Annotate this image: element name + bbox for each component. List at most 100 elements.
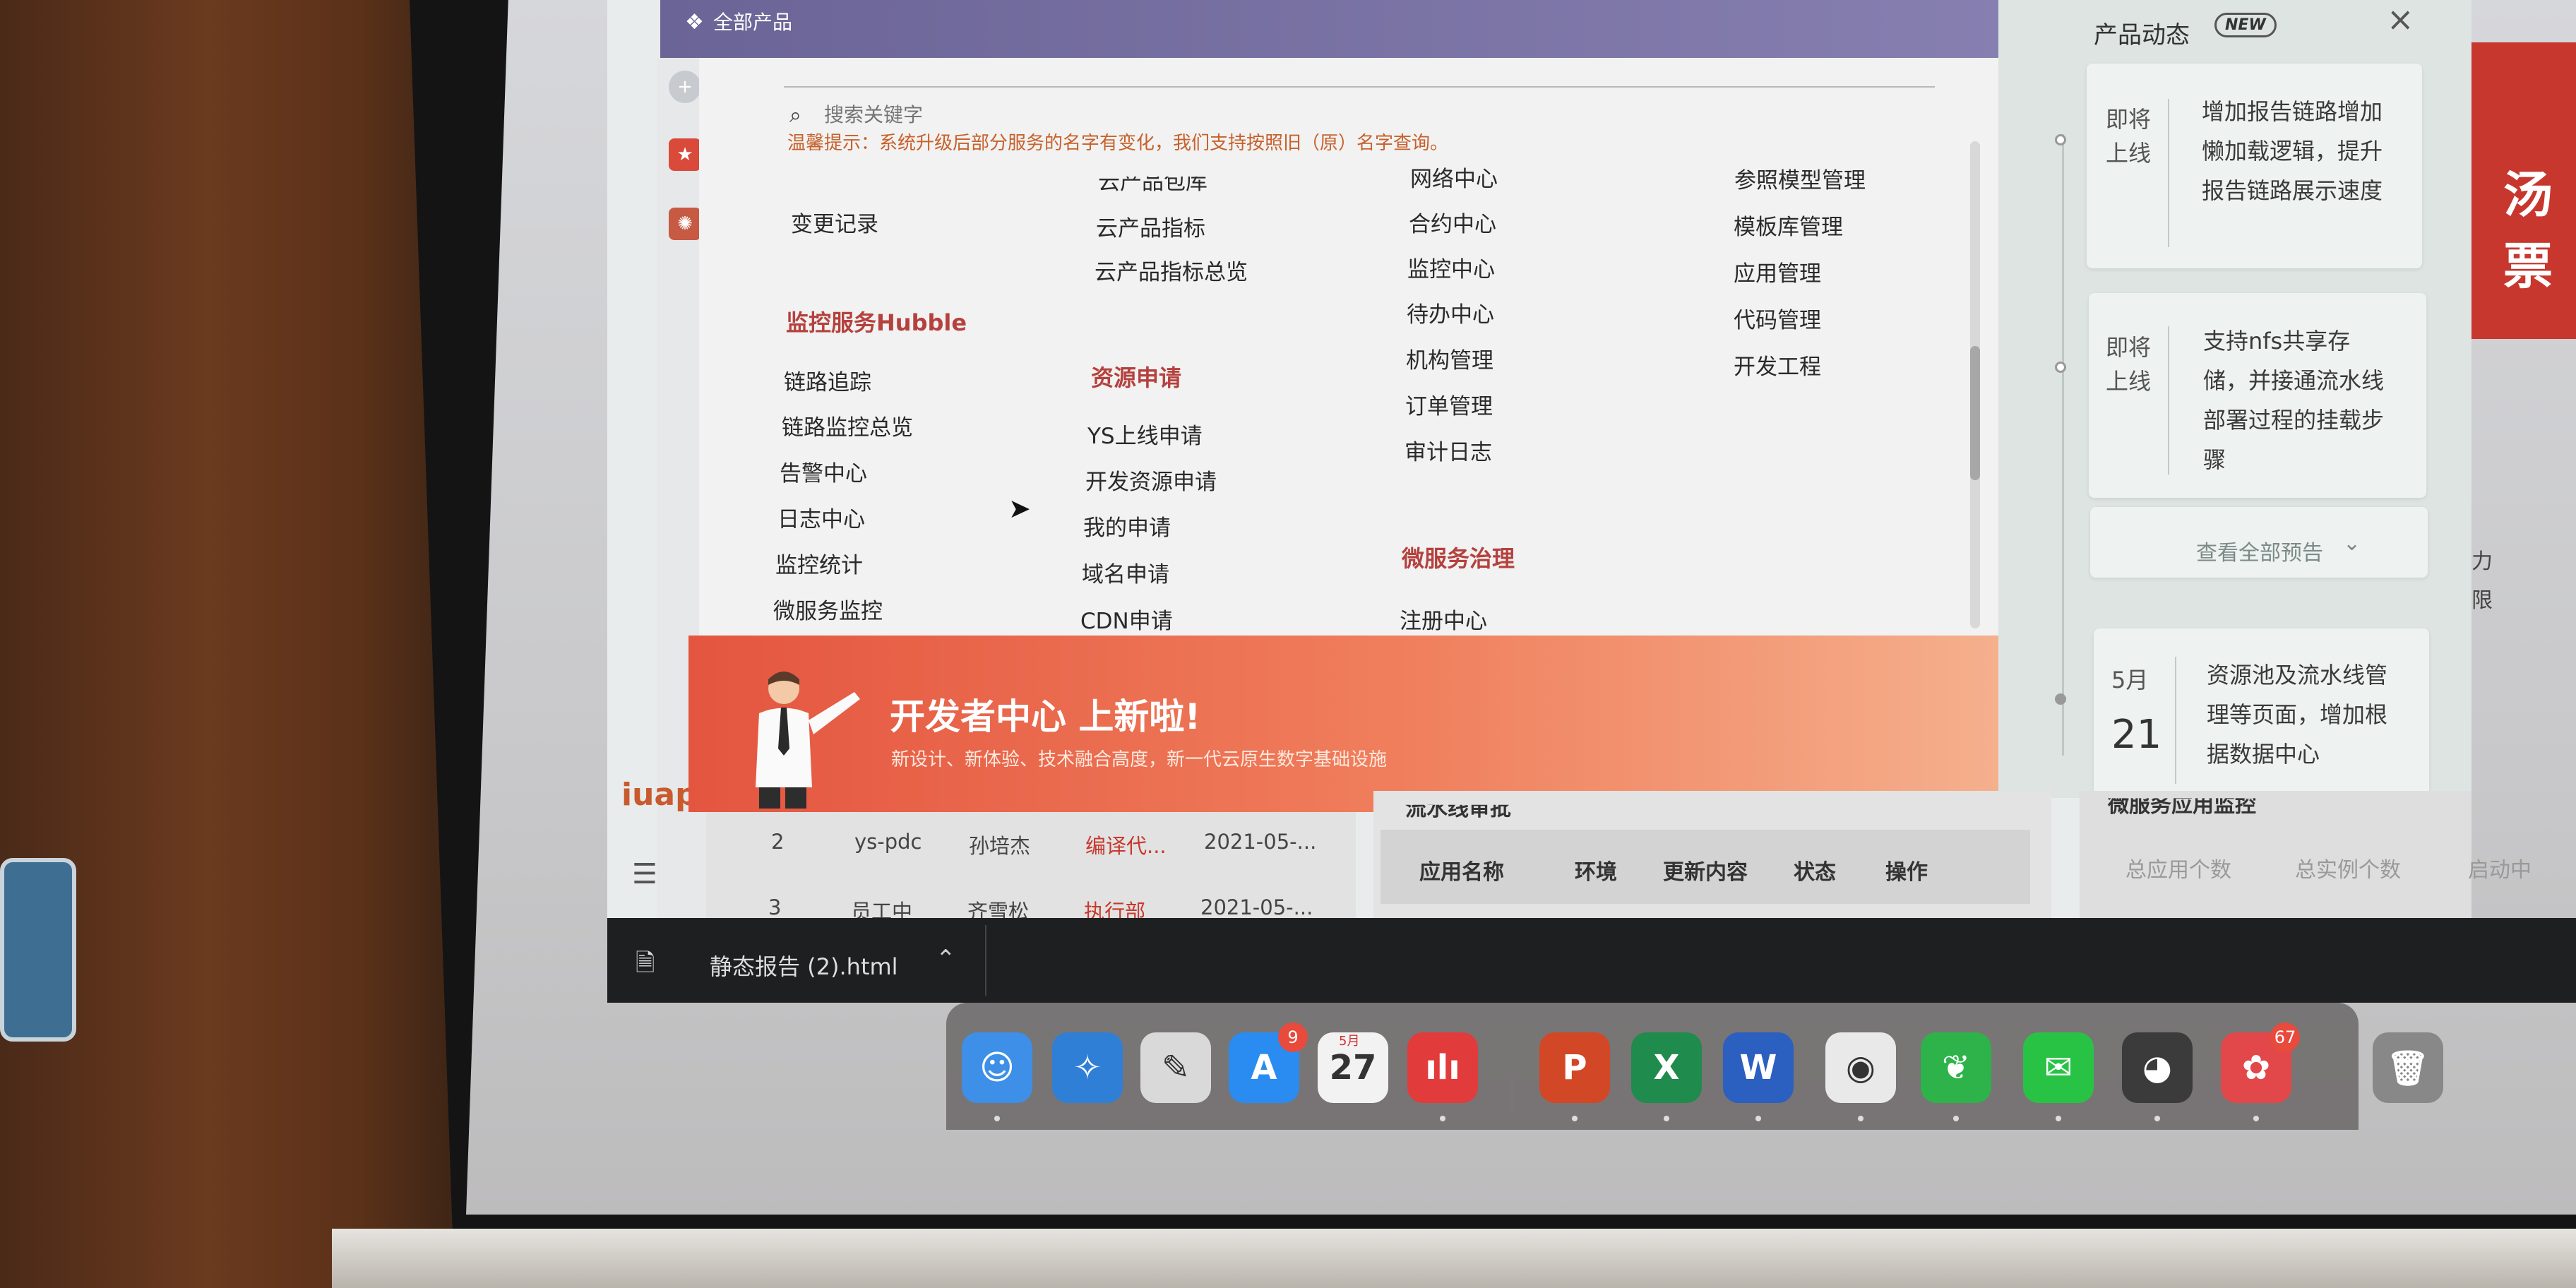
running-indicator [1755, 1116, 1761, 1121]
developer-center-banner[interactable] [688, 636, 2002, 812]
chrome-icon[interactable]: ◉ [1825, 1032, 1896, 1103]
card-text: 支持nfs共享存储，并接通流水线部署过程的挂载步骤 [2203, 328, 2385, 473]
running-indicator [1953, 1116, 1959, 1121]
running-indicator [994, 1116, 1000, 1121]
running-indicator [1440, 1116, 1445, 1121]
menu-item[interactable]: YS上线申请 [1087, 418, 1203, 450]
settings-hex-icon[interactable]: ✺ [669, 208, 701, 240]
scrollbar-thumb[interactable] [1970, 346, 1980, 480]
timeline-dot [2055, 362, 2066, 373]
menu-item[interactable]: 订单管理 [1405, 388, 1493, 420]
text-fragment: 限 [2471, 588, 2493, 613]
menu-item[interactable]: 域名申请 [1082, 556, 1169, 588]
running-indicator [1572, 1116, 1578, 1121]
table-cell: 孙培杰 [969, 834, 1031, 858]
menu-toggle-icon[interactable]: ☰ [632, 858, 657, 890]
chevron-up-icon[interactable]: ⌃ [936, 945, 956, 973]
chevron-down-icon[interactable]: ⌄ [2343, 531, 2361, 556]
wall-gauge [0, 858, 76, 1042]
excel-glyph: X [1653, 1048, 1680, 1087]
category-heading: 微服务治理 [1402, 545, 1515, 572]
wechat-icon[interactable]: ✉ [2023, 1032, 2094, 1103]
table-cell: 2021-05-... [1200, 895, 1313, 919]
dock-separator [1511, 1031, 1513, 1116]
qq-icon[interactable]: ◕ [2122, 1032, 2193, 1103]
banner-subtitle: 新设计、新体验、技术融合高度，新一代云原生数字基础设施 [891, 749, 1388, 770]
menu-item[interactable]: 链路追踪 [784, 364, 871, 396]
view-all-link[interactable]: 查看全部预告 [2196, 535, 2323, 566]
download-filename[interactable]: 静态报告 (2).html [710, 949, 898, 982]
timeline-dot [2055, 693, 2066, 705]
download-divider [985, 925, 986, 996]
menu-item[interactable]: 机构管理 [1406, 342, 1493, 374]
table-cell[interactable]: 编译代... [1085, 830, 1167, 859]
notes-icon[interactable]: ✎ [1140, 1032, 1211, 1103]
menu-item[interactable]: 微服务监控 [773, 593, 883, 625]
menu-item[interactable]: 开发工程 [1734, 349, 1821, 381]
notes-glyph: ✎ [1161, 1048, 1191, 1087]
menu-item[interactable]: 网络中心 [1410, 161, 1498, 193]
word-glyph: W [1739, 1048, 1777, 1087]
table-cell: 2 [771, 830, 785, 854]
menu-item[interactable]: 参照模型管理 [1734, 162, 1866, 194]
menu-item[interactable]: 注册中心 [1400, 603, 1487, 635]
mouse-cursor-icon: ➤ [1008, 493, 1031, 524]
close-icon[interactable]: × [2387, 0, 2414, 38]
news-timeline [2062, 134, 2064, 756]
stat-label: 总实例个数 [2295, 858, 2401, 883]
calendar-month-label: 5月 [1339, 1034, 1360, 1049]
word-icon[interactable]: W [1723, 1032, 1794, 1103]
excel-icon[interactable]: X [1631, 1032, 1702, 1103]
wechat-glyph: ✉ [2044, 1048, 2073, 1087]
column-header: 状态 [1794, 860, 1836, 885]
header-title[interactable]: 全部产品 [713, 7, 792, 35]
table-cell: 3 [768, 895, 782, 919]
favorite-star-icon[interactable]: ★ [669, 138, 701, 171]
menu-item[interactable]: 监控统计 [775, 547, 863, 579]
menu-item[interactable]: CDN申请 [1080, 603, 1173, 635]
finder-glyph: ☺ [979, 1048, 1015, 1087]
menu-item[interactable]: 日志中心 [777, 501, 865, 533]
menu-item[interactable]: 云产品指标总览 [1095, 254, 1248, 286]
search-icon: ⌕ [789, 103, 801, 128]
menu-item[interactable]: 监控中心 [1407, 251, 1495, 283]
text-fragment: 力 [2471, 549, 2493, 574]
product-menu-header [660, 0, 2002, 58]
file-icon: 🗎 [636, 949, 655, 977]
menu-item[interactable]: 合约中心 [1409, 206, 1496, 238]
table-cell: ys-pdc [854, 830, 922, 854]
menu-item[interactable]: 告警中心 [780, 455, 867, 487]
finder-icon[interactable]: ☺ [962, 1032, 1032, 1103]
menu-item[interactable]: 云产品指标 [1096, 210, 1205, 242]
search-input[interactable] [823, 99, 1317, 130]
running-indicator [1664, 1116, 1669, 1121]
category-heading: 监控服务Hubble [786, 309, 967, 336]
menu-item[interactable]: 模板库管理 [1734, 209, 1843, 241]
trash-glyph: 🗑 [2386, 1048, 2430, 1088]
iuap-logo: iuap [621, 777, 698, 813]
evernote-icon[interactable]: ❦ [1921, 1032, 1991, 1103]
add-icon[interactable]: + [669, 71, 701, 103]
menu-item[interactable]: 我的申请 [1083, 510, 1171, 542]
menu-item[interactable]: 链路监控总览 [782, 410, 913, 441]
menu-item[interactable]: 开发资源申请 [1085, 464, 1217, 496]
menu-item[interactable]: 变更记录 [791, 206, 878, 238]
chrome-glyph: ◉ [1846, 1048, 1876, 1087]
menu-item[interactable]: 审计日志 [1405, 434, 1492, 466]
powerpoint-icon[interactable]: P [1539, 1032, 1610, 1103]
category-heading: 资源申请 [1091, 364, 1182, 391]
evernote-glyph: ❦ [1941, 1048, 1971, 1087]
music-icon[interactable]: ılı [1407, 1032, 1478, 1103]
running-indicator [2056, 1116, 2061, 1121]
timeline-dot [2055, 134, 2066, 145]
safari-icon[interactable]: ✧ [1052, 1032, 1123, 1103]
menu-item[interactable]: 代码管理 [1734, 302, 1821, 334]
card-divider [2175, 657, 2176, 784]
card-divider [2168, 99, 2169, 247]
menu-item[interactable]: 待办中心 [1407, 297, 1494, 328]
card-tag: 即将 上线 [2106, 334, 2152, 395]
calendar-glyph: 27 [1329, 1048, 1377, 1087]
menu-item[interactable]: 应用管理 [1734, 256, 1821, 287]
trash-icon[interactable]: 🗑 [2373, 1032, 2443, 1103]
search-underline [784, 86, 1935, 88]
